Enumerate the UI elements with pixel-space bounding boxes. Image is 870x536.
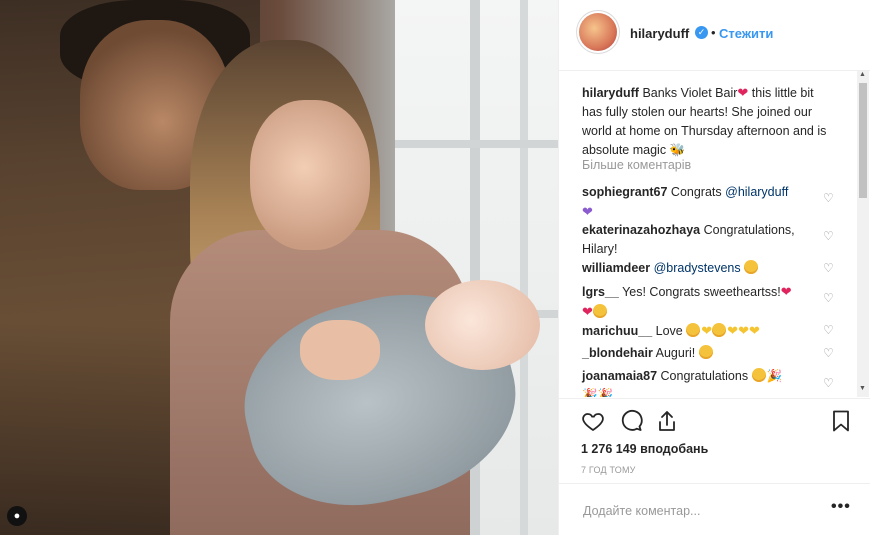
- like-comment-heart-icon[interactable]: ♡: [823, 262, 835, 274]
- red-heart-emoji-icon: ❤: [737, 85, 749, 100]
- post-timestamp[interactable]: 7 год тому: [581, 465, 636, 475]
- bee-emoji-icon: 🐝: [669, 143, 686, 157]
- comment-item: _blondehair Auguri!: [582, 344, 822, 363]
- smiling-face-emoji-icon: [751, 368, 766, 382]
- comment-mention[interactable]: @hilaryduff: [725, 185, 788, 199]
- comment-username[interactable]: lgrs__: [582, 285, 619, 299]
- comment-username[interactable]: marichuu__: [582, 324, 652, 338]
- share-icon[interactable]: [655, 409, 679, 433]
- party-popper-emoji-icon: 🎉: [597, 388, 614, 397]
- scrollbar-thumb[interactable]: [859, 83, 867, 198]
- post-actions-bar: [559, 398, 870, 444]
- scroll-up-arrow-icon[interactable]: ▲: [859, 71, 866, 78]
- add-comment-input[interactable]: [581, 501, 825, 521]
- comment-mention[interactable]: @bradystevens: [654, 261, 741, 275]
- separator-dot: •: [711, 25, 716, 40]
- more-comments-link[interactable]: Більше коментарів: [582, 158, 691, 172]
- like-comment-heart-icon[interactable]: ♡: [823, 292, 835, 304]
- header-username[interactable]: hilaryduff: [630, 26, 689, 41]
- like-comment-heart-icon[interactable]: ♡: [823, 377, 835, 389]
- purple-heart-emoji-icon: ❤: [582, 204, 593, 219]
- add-comment-bar: •••: [559, 483, 870, 536]
- yellow-heart-emoji-icon: ❤: [738, 323, 749, 338]
- heart-outline-icon[interactable]: [581, 409, 605, 433]
- party-popper-emoji-icon: 🎉: [582, 388, 598, 397]
- verified-badge-icon: ✓: [695, 26, 708, 39]
- bookmark-icon[interactable]: [829, 409, 853, 433]
- like-comment-heart-icon[interactable]: ♡: [823, 324, 835, 336]
- comment-username[interactable]: williamdeer: [582, 261, 650, 275]
- comment-item: lgrs__ Yes! Congrats sweetheartss!❤ ❤: [582, 284, 792, 319]
- heart-eyes-emoji-icon: [686, 323, 701, 337]
- like-comment-heart-icon[interactable]: ♡: [823, 192, 835, 204]
- comment-username[interactable]: _blondehair: [582, 346, 653, 360]
- red-heart-emoji-icon: ❤: [780, 284, 792, 299]
- scroll-down-arrow-icon[interactable]: ▼: [859, 385, 866, 392]
- caption: hilaryduff Banks Violet Bair❤ this littl…: [582, 85, 827, 157]
- comment-item: williamdeer @bradystevens: [582, 259, 822, 278]
- comments-list[interactable]: hilaryduff Banks Violet Bair❤ this littl…: [559, 71, 857, 397]
- comments-scrollbar[interactable]: ▲ ▼: [857, 71, 869, 397]
- avatar[interactable]: [579, 13, 617, 51]
- party-popper-emoji-icon: 🎉: [766, 369, 783, 383]
- heart-eyes-emoji-icon: [712, 323, 727, 337]
- red-heart-emoji-icon: ❤: [582, 304, 593, 319]
- comment-username[interactable]: sophiegrant67: [582, 185, 667, 199]
- like-comment-heart-icon[interactable]: ♡: [823, 347, 835, 359]
- follow-button[interactable]: Стежити: [719, 26, 773, 41]
- user-tag-icon[interactable]: ●: [7, 506, 27, 526]
- caption-username[interactable]: hilaryduff: [582, 86, 639, 100]
- more-options-icon[interactable]: •••: [831, 498, 851, 516]
- smiling-face-emoji-icon: [592, 304, 607, 318]
- post-photo[interactable]: ●: [0, 0, 558, 535]
- comment-item: marichuu__ Love ❤ ❤❤❤: [582, 323, 760, 338]
- comment-username[interactable]: joanamaia87: [582, 369, 657, 383]
- post-side-panel: hilaryduff ✓ • Стежити hilaryduff Banks …: [558, 0, 870, 535]
- comment-item: ekaterinazahozhaya Congratulations, Hila…: [582, 223, 795, 256]
- comment-item: joanamaia87 Congratulations 🎉 🎉🎉: [582, 367, 822, 397]
- like-comment-heart-icon[interactable]: ♡: [823, 230, 835, 242]
- yellow-heart-emoji-icon: ❤: [701, 323, 713, 338]
- comment-item: sophiegrant67 Congrats @hilaryduff ❤: [582, 185, 789, 219]
- speech-bubble-icon[interactable]: [619, 409, 643, 433]
- comment-username[interactable]: ekaterinazahozhaya: [582, 223, 700, 237]
- likes-count[interactable]: 1 276 149 вподобань: [581, 442, 708, 456]
- heart-eyes-emoji-icon: [698, 345, 713, 359]
- instagram-post: ● hilaryduff ✓ • Стежити hilaryduff Bank…: [0, 0, 870, 535]
- heart-eyes-emoji-icon: [744, 260, 759, 274]
- yellow-heart-emoji-icon: ❤: [727, 323, 739, 338]
- post-header: hilaryduff ✓ • Стежити: [559, 0, 870, 71]
- yellow-heart-emoji-icon: ❤: [748, 323, 760, 338]
- baby: [425, 280, 540, 370]
